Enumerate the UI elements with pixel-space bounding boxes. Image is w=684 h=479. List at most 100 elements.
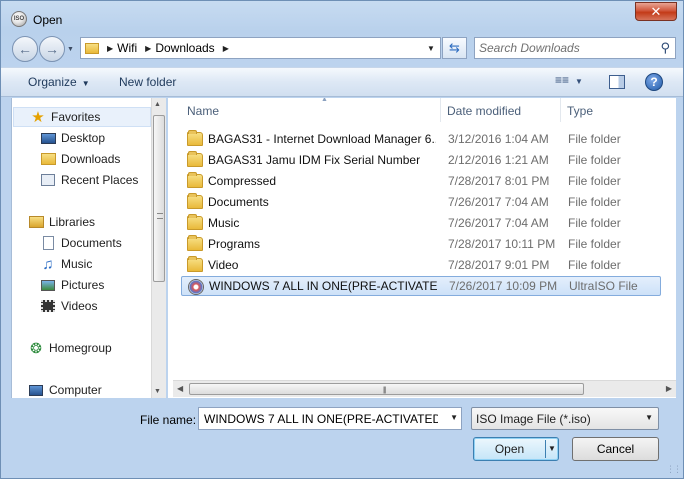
libraries-icon [28,214,44,230]
file-type: File folder [568,258,621,272]
downloads-folder-icon [40,151,56,167]
nav-label: Music [61,257,93,271]
scrollbar-thumb[interactable] [153,115,165,282]
folder-icon [187,130,203,146]
nav-documents[interactable]: Documents [40,233,122,253]
folder-icon [187,235,203,251]
file-row[interactable]: Documents 7/26/2017 7:04 AM File folder [181,192,661,212]
file-row[interactable]: BAGAS31 Jamu IDM Fix Serial Number 2/12/2… [181,150,661,170]
chevron-down-icon: ▼ [575,77,583,86]
scroll-up-icon[interactable]: ▲ [154,101,161,108]
search-box[interactable]: ⚲ [474,37,676,59]
file-list: Name ▲ Date modified Type BAGAS31 - Inte… [168,98,676,398]
nav-homegroup[interactable]: ❂ Homegroup [28,338,112,358]
file-name: Compressed [208,174,277,188]
file-date: 7/28/2017 9:01 PM [448,258,550,272]
breadcrumb-arrow-icon[interactable]: ▶ [223,44,229,53]
film-icon [40,298,56,314]
file-name-input[interactable] [202,410,440,427]
scroll-down-icon[interactable]: ▼ [154,388,161,395]
chevron-down-icon[interactable]: ▼ [450,413,458,422]
navigation-scrollbar[interactable]: ▲ ▼ [151,98,166,398]
new-folder-button[interactable]: New folder [119,75,176,89]
file-name: BAGAS31 - Internet Download Manager 6...… [208,132,436,146]
file-name: Video [208,258,239,272]
file-row[interactable]: Music 7/26/2017 7:04 AM File folder [181,213,661,233]
back-button[interactable]: ← [12,36,38,62]
resize-grip-icon[interactable]: ⋮⋮ [666,464,682,475]
iso-file-icon [188,279,204,295]
file-row[interactable]: Compressed 7/28/2017 8:01 PM File folder [181,171,661,191]
column-header-name[interactable]: Name ▲ [181,98,441,122]
file-name-label: File name: [140,413,197,427]
nav-music[interactable]: ♫ Music [40,254,92,274]
cancel-button[interactable]: Cancel [572,437,659,461]
breadcrumb-downloads[interactable]: Downloads [155,41,214,55]
file-row[interactable]: WINDOWS 7 ALL IN ONE(PRE-ACTIVATED) 7/26/… [181,276,661,296]
search-input[interactable] [477,39,653,57]
file-type-value: ISO Image File (*.iso) [476,411,591,426]
nav-videos[interactable]: Videos [40,296,97,316]
breadcrumb-arrow-icon[interactable]: ▶ [145,44,151,53]
organize-button[interactable]: Organize ▼ [28,75,90,89]
close-button[interactable]: ✕ [635,2,677,21]
refresh-icon: ⇆ [449,40,460,55]
nav-pictures[interactable]: Pictures [40,275,104,295]
nav-downloads[interactable]: Downloads [40,149,120,169]
nav-label: Pictures [61,278,105,292]
address-bar[interactable]: ▶ Wifi ▶ Downloads ▶ ▼ [80,37,441,59]
folder-icon [187,172,203,188]
file-name: Documents [208,195,269,209]
nav-label: Desktop [61,131,106,145]
file-date: 2/12/2016 1:21 AM [448,153,549,167]
music-note-icon: ♫ [42,255,54,273]
chevron-down-icon: ▼ [645,413,653,422]
column-label: Name [187,104,220,118]
file-type: File folder [568,237,621,251]
nav-label: Homegroup [49,341,112,355]
preview-pane-icon[interactable] [609,75,625,89]
navigation-pane: ★ Favorites Desktop Downloads Recent Pla… [11,98,166,398]
file-name: WINDOWS 7 ALL IN ONE(PRE-ACTIVATED) [209,279,437,293]
file-date: 7/26/2017 10:09 PM [449,279,558,293]
arrow-left-icon: ← [18,41,32,57]
scroll-right-icon[interactable]: ▶ [666,384,672,393]
address-dropdown-icon[interactable]: ▼ [424,40,438,56]
refresh-button[interactable]: ⇆ [442,37,467,59]
change-view-button[interactable]: ≡≡ ▼ [555,73,591,92]
title-bar: ISO Open ✕ [1,1,683,33]
open-button[interactable]: Open [474,442,545,456]
computer-icon [28,382,44,398]
scroll-left-icon[interactable]: ◀ [177,384,183,393]
column-header-date[interactable]: Date modified [441,98,561,122]
nav-desktop[interactable]: Desktop [40,128,105,148]
open-dialog: ISO Open ✕ ← → ▼ ▶ Wifi ▶ Downloads ▶ ▼ … [0,0,684,479]
pictures-icon [40,277,56,293]
column-header-type[interactable]: Type [561,98,676,122]
file-type: File folder [568,195,621,209]
scrollbar-thumb[interactable]: ||| [189,383,584,395]
recent-locations-dropdown[interactable]: ▼ [67,45,76,54]
file-row[interactable]: Programs 7/28/2017 10:11 PM File folder [181,234,661,254]
grip-icon: ||| [383,387,387,394]
nav-favorites[interactable]: ★ Favorites [13,107,151,127]
open-split-button[interactable]: Open ▼ [473,437,559,461]
nav-libraries[interactable]: Libraries [28,212,95,232]
breadcrumb-arrow-icon[interactable]: ▶ [107,44,113,53]
folder-icon [187,256,203,272]
open-dropdown-icon[interactable]: ▼ [548,444,556,453]
file-date: 7/28/2017 8:01 PM [448,174,550,188]
breadcrumb-wifi[interactable]: Wifi [117,41,137,55]
homegroup-icon: ❂ [30,339,42,356]
help-icon[interactable]: ? [645,73,663,91]
nav-recent-places[interactable]: Recent Places [40,170,138,190]
horizontal-scrollbar[interactable]: ◀ ||| ▶ [173,380,676,397]
search-icon[interactable]: ⚲ [660,40,670,56]
file-name-combobox[interactable]: ▼ [198,407,462,430]
file-row[interactable]: Video 7/28/2017 9:01 PM File folder [181,255,661,275]
file-row[interactable]: BAGAS31 - Internet Download Manager 6...… [181,129,661,149]
file-type-select[interactable]: ISO Image File (*.iso) ▼ [471,407,659,430]
forward-button[interactable]: → [39,36,65,62]
folder-icon [85,42,99,54]
nav-computer[interactable]: Computer [28,380,102,398]
